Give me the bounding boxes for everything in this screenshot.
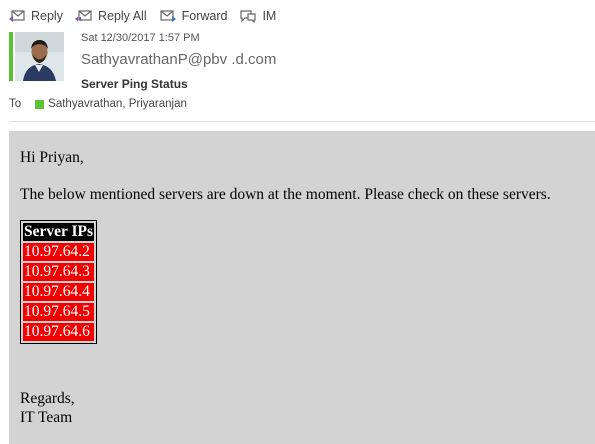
server-ip-table: Server IPs 10.97.64.2 10.97.64.3 10.97.6…: [20, 220, 98, 344]
reply-label: Reply: [31, 9, 63, 23]
signature: IT Team: [20, 409, 73, 426]
reply-all-button[interactable]: Reply All: [74, 8, 147, 24]
to-recipients[interactable]: Sathyavrathan, Priyaranjan: [48, 98, 187, 110]
server-ip-cell: 10.97.64.3: [23, 263, 95, 281]
im-label: IM: [262, 9, 277, 23]
im-button[interactable]: IM: [239, 8, 276, 24]
server-ip-cell: 10.97.64.6: [23, 323, 95, 341]
header-divider: [9, 121, 595, 122]
presence-status-icon: [35, 99, 45, 109]
table-row: 10.97.64.4: [23, 283, 95, 301]
forward-label: Forward: [181, 9, 228, 23]
avatar[interactable]: [15, 32, 64, 81]
server-ip-cell: 10.97.64.4: [23, 283, 95, 301]
table-row: 10.97.64.5: [23, 303, 95, 321]
chat-bubble-icon: [240, 10, 257, 24]
server-ip-cell: 10.97.64.2: [23, 243, 95, 261]
sender-address[interactable]: SathyavrathanP@pbv .d.com: [81, 51, 276, 68]
message-text: The below mentioned servers are down at …: [20, 186, 551, 203]
table-row: 10.97.64.2: [23, 243, 95, 261]
closing: Regards,: [20, 390, 75, 407]
table-header: Server IPs: [23, 223, 95, 241]
reply-all-icon: [74, 10, 92, 22]
message-toolbar: Reply Reply All Forward IM: [8, 6, 288, 26]
forward-button[interactable]: Forward: [159, 8, 228, 24]
reply-all-label: Reply All: [97, 9, 147, 23]
person-photo-icon: [15, 32, 64, 81]
to-label: To: [9, 98, 22, 110]
sent-date: Sat 12/30/2017 1:57 PM: [81, 32, 200, 44]
forward-icon: [160, 10, 176, 22]
reply-button[interactable]: Reply: [8, 8, 63, 24]
greeting: Hi Priyan,: [20, 149, 84, 166]
table-row: 10.97.64.3: [23, 263, 95, 281]
message-subject: Server Ping Status: [81, 77, 188, 91]
reply-icon: [9, 10, 25, 22]
server-ip-cell: 10.97.64.5: [23, 303, 95, 321]
sender-presence-bar: [9, 32, 13, 81]
to-row: To Sathyavrathan, Priyaranjan: [9, 98, 187, 110]
table-row: 10.97.64.6: [23, 323, 95, 341]
message-body: Hi Priyan, The below mentioned servers a…: [9, 131, 595, 444]
